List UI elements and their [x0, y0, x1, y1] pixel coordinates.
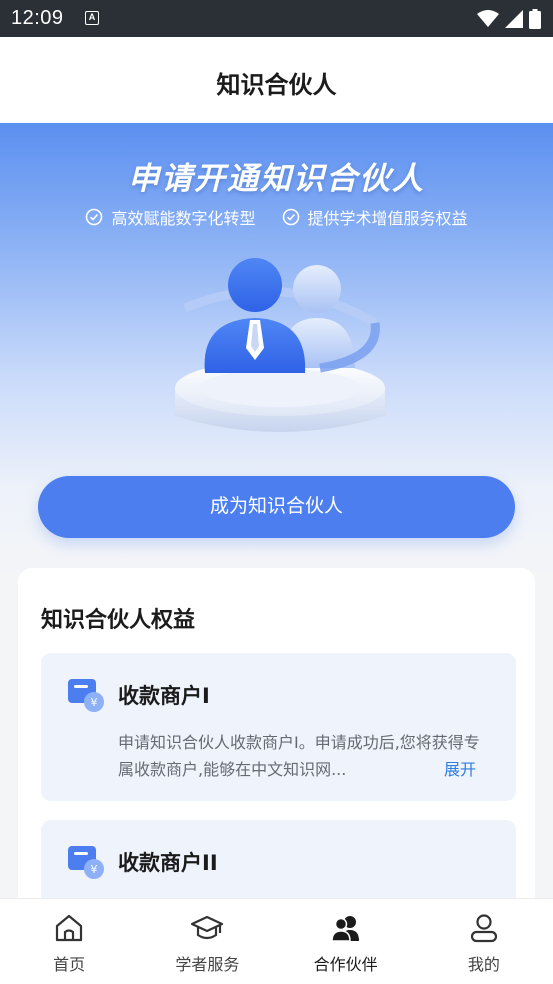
partners-illustration — [175, 258, 385, 432]
bottom-tab-bar: 首页 学者服务 合作伙伴 我的 — [0, 898, 553, 984]
expand-link[interactable]: 展开 — [437, 756, 476, 780]
tab-label: 学者服务 — [175, 955, 240, 974]
become-partner-button[interactable]: 成为知识合伙人 — [38, 476, 515, 538]
tab-label: 首页 — [53, 955, 86, 974]
cell-signal-icon — [505, 10, 523, 28]
tab-profile[interactable]: 我的 — [415, 899, 553, 984]
tab-home[interactable]: 首页 — [0, 899, 138, 984]
scholar-cap-icon — [191, 915, 224, 940]
svg-text:¥: ¥ — [91, 863, 98, 876]
check-circle-icon — [282, 208, 299, 226]
svg-text:¥: ¥ — [91, 696, 98, 709]
hero-title: 申请开通知识合伙人 — [128, 161, 425, 197]
home-icon — [56, 914, 83, 942]
status-bar: 12:09 A — [0, 0, 553, 37]
hero-feature-label: 提供学术增值服务权益 — [307, 209, 468, 228]
tab-label: 我的 — [467, 955, 500, 974]
check-circle-icon — [86, 208, 103, 226]
benefit-item[interactable]: ¥ 收款商户I 申请知识合伙人收款商户I。申请成功后,您将获得专属收款商户,能够… — [41, 653, 516, 801]
wifi-icon — [477, 10, 499, 27]
tab-scholar-services[interactable]: 学者服务 — [138, 899, 276, 984]
profile-icon — [470, 914, 497, 943]
hero-features: 高效赋能数字化转型 提供学术增值服务权益 — [0, 205, 553, 229]
benefits-card: 知识合伙人权益 ¥ 收款商户I 申请知识合伙人收款商户I。申请成功后,您将获得专… — [18, 568, 535, 960]
benefit-name: 收款商户II — [118, 851, 218, 875]
benefit-name: 收款商户I — [118, 684, 210, 708]
page-title: 知识合伙人 — [216, 71, 337, 99]
hero-feature-label: 高效赋能数字化转型 — [111, 209, 256, 228]
tab-partners[interactable]: 合作伙伴 — [277, 899, 415, 984]
benefit-description: 申请知识合伙人收款商户I。申请成功后,您将获得专属收款商户,能够在中文知识网..… — [118, 729, 488, 783]
app-header: 知识合伙人 — [0, 37, 553, 123]
merchant-payment-icon: ¥ — [68, 846, 104, 879]
status-indicators — [477, 9, 541, 29]
notification-icon: A — [85, 11, 99, 25]
merchant-payment-icon: ¥ — [68, 679, 104, 712]
benefits-title: 知识合伙人权益 — [41, 608, 196, 633]
partners-icon — [330, 916, 359, 942]
hero-feature: 提供学术增值服务权益 — [282, 205, 468, 229]
tab-label: 合作伙伴 — [313, 955, 378, 974]
status-time: 12:09 — [11, 7, 64, 29]
hero-feature: 高效赋能数字化转型 — [85, 205, 256, 229]
battery-icon — [529, 9, 541, 29]
benefit-description-text: 申请知识合伙人收款商户I。申请成功后,您将获得专属收款商户,能够在中文知识网..… — [118, 733, 480, 779]
